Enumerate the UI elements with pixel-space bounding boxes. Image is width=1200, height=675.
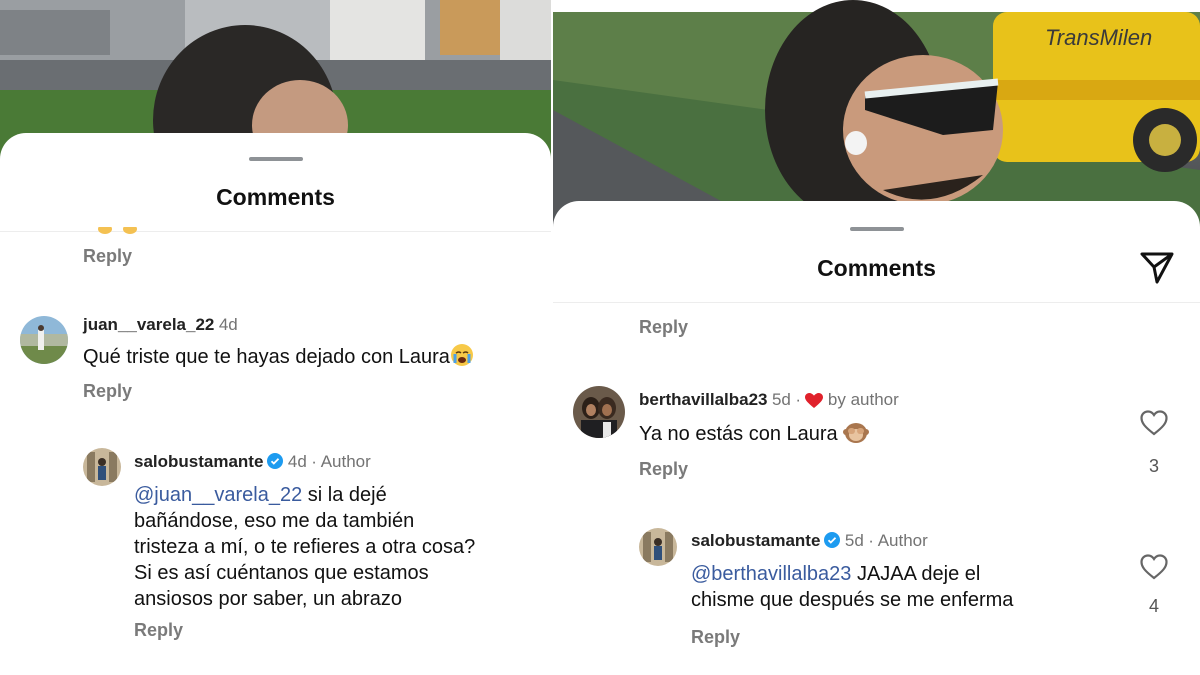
- sheet-drag-handle[interactable]: [849, 227, 904, 231]
- avatar[interactable]: [639, 528, 677, 566]
- left-screenshot: Comments Reply juan__varela_22 4d Qué tr…: [0, 0, 551, 675]
- comment-age: 4d: [287, 452, 307, 471]
- avatar[interactable]: [573, 386, 625, 438]
- reply-button[interactable]: Reply: [639, 459, 688, 480]
- comment-item: berthavillalba23 5d · by author Ya no es…: [553, 380, 1200, 490]
- see-no-evil-monkey-emoji: [843, 420, 870, 451]
- verified-badge-icon: [824, 532, 841, 553]
- like-heart-icon[interactable]: [1139, 554, 1169, 585]
- comment-item: juan__varela_22 4d Qué triste que te hay…: [0, 300, 551, 410]
- reply-button[interactable]: Reply: [83, 246, 132, 267]
- comment-text-line: ansiosos por saber, un abrazo: [134, 588, 402, 610]
- comment-age: 4d: [218, 315, 238, 334]
- comment-username[interactable]: juan__varela_22: [83, 315, 214, 334]
- comment-text-line: bañándose, eso me da también: [134, 510, 415, 532]
- share-paper-plane-icon[interactable]: [1138, 249, 1176, 287]
- comment-text: Qué triste que te hayas dejado con Laura: [83, 346, 450, 368]
- reply-comment-item: salobustamante 5d · Author @berthavillal…: [553, 520, 1200, 670]
- reply-comment-item: salobustamante 4d · Author @juan__varela…: [0, 440, 551, 650]
- comment-username[interactable]: berthavillalba23: [639, 390, 768, 409]
- comment-text-line: Si es así cuéntanos que estamos: [134, 562, 429, 584]
- clipped-emoji: [96, 227, 148, 235]
- sheet-drag-handle[interactable]: [248, 157, 303, 161]
- sheet-title: Comments: [817, 255, 936, 281]
- comment-text: Ya no estás con Laura: [639, 423, 838, 445]
- reply-button[interactable]: Reply: [639, 317, 688, 338]
- sheet-title: Comments: [216, 184, 335, 210]
- comment-age: 5d: [844, 531, 864, 550]
- like-heart-icon[interactable]: [1139, 410, 1169, 441]
- comment-username[interactable]: salobustamante: [134, 452, 263, 471]
- avatar[interactable]: [83, 448, 121, 486]
- heart-red-icon: [805, 393, 824, 414]
- comment-text-line: si la dejé: [302, 484, 387, 506]
- liked-by-author-label: by author: [827, 390, 899, 409]
- comment-text-line: tristeza a mí, o te refieres a otra cosa…: [134, 536, 476, 558]
- mention-link[interactable]: @berthavillalba23: [691, 563, 851, 585]
- author-label: · Author: [311, 452, 371, 471]
- comment-username[interactable]: salobustamante: [691, 531, 820, 550]
- like-count: 4: [1148, 596, 1159, 616]
- comment-text-line: chisme que después se me enferma: [691, 589, 1014, 611]
- like-count: 3: [1148, 456, 1159, 476]
- divider: [0, 231, 551, 232]
- crying-face-emoji: [450, 343, 474, 374]
- right-screenshot: TransMilen Comments Reply berthavillalba…: [553, 0, 1200, 675]
- verified-badge-icon: [267, 453, 284, 474]
- comment-text-line: JAJAA deje el: [851, 563, 981, 585]
- author-label: · Author: [868, 531, 928, 550]
- reply-button[interactable]: Reply: [134, 620, 183, 641]
- comment-age: 5d: [771, 390, 791, 409]
- mention-link[interactable]: @juan__varela_22: [134, 484, 302, 506]
- reply-button[interactable]: Reply: [83, 381, 132, 402]
- svg-text:TransMilen: TransMilen: [1045, 25, 1152, 50]
- avatar[interactable]: [20, 316, 68, 364]
- divider: [553, 302, 1200, 303]
- reply-button[interactable]: Reply: [691, 627, 740, 648]
